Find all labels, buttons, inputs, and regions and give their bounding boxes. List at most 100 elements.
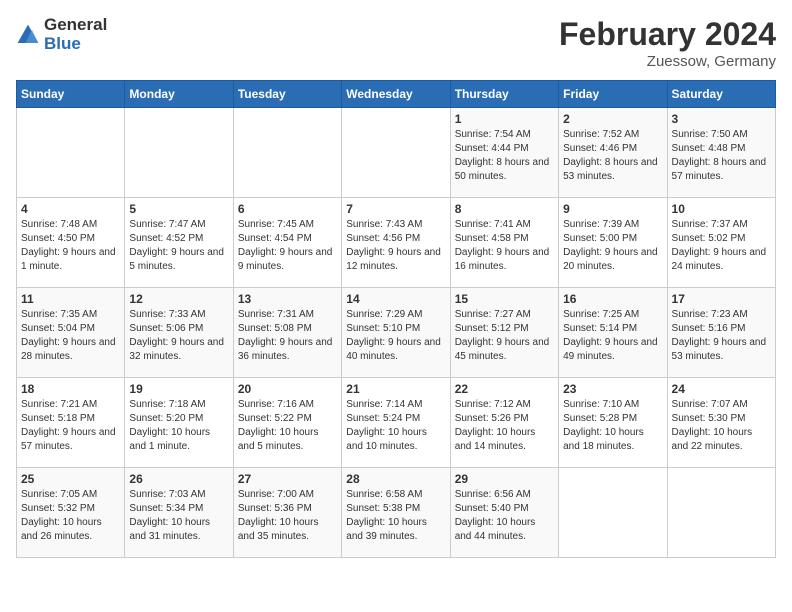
calendar-week-row: 11Sunrise: 7:35 AM Sunset: 5:04 PM Dayli… bbox=[17, 288, 776, 378]
weekday-header: Wednesday bbox=[342, 81, 450, 108]
day-number: 13 bbox=[238, 292, 337, 306]
day-number: 4 bbox=[21, 202, 120, 216]
day-info: Sunrise: 7:16 AM Sunset: 5:22 PM Dayligh… bbox=[238, 398, 337, 454]
calendar-week-row: 25 Sunrise: 7:05 AM Sunset: 5:32 PM Dayli… bbox=[17, 468, 776, 558]
calendar-cell: 28 Sunrise: 6:58 AM Sunset: 5:38 PM Dayli… bbox=[342, 468, 450, 558]
weekday-header: Tuesday bbox=[233, 81, 341, 108]
calendar-cell: 25 Sunrise: 7:05 AM Sunset: 5:32 PM Dayli… bbox=[17, 468, 125, 558]
day-info: Sunrise: 7:03 AM Sunset: 5:34 PM Dayligh… bbox=[129, 488, 228, 544]
calendar-cell: 29 Sunrise: 6:56 AM Sunset: 5:40 PM Dayli… bbox=[450, 468, 558, 558]
calendar-cell: 5 Sunrise: 7:47 AM Sunset: 4:52 PM Daylig… bbox=[125, 198, 233, 288]
day-info: Sunrise: 7:14 AM Sunset: 5:24 PM Dayligh… bbox=[346, 398, 445, 454]
calendar-week-row: 1Sunrise: 7:54 AM Sunset: 4:44 PM Daylig… bbox=[17, 108, 776, 198]
day-info: Sunrise: 7:47 AM Sunset: 4:52 PM Dayligh… bbox=[129, 218, 228, 274]
day-info: Sunrise: 7:39 AM Sunset: 5:00 PM Dayligh… bbox=[563, 218, 662, 274]
calendar-cell bbox=[233, 108, 341, 198]
day-number: 27 bbox=[238, 472, 337, 486]
calendar-cell bbox=[667, 468, 775, 558]
day-number: 29 bbox=[455, 472, 554, 486]
day-info: Sunrise: 7:23 AM Sunset: 5:16 PM Dayligh… bbox=[672, 308, 771, 364]
calendar-week-row: 18Sunrise: 7:21 AM Sunset: 5:18 PM Dayli… bbox=[17, 378, 776, 468]
calendar-cell: 24Sunrise: 7:07 AM Sunset: 5:30 PM Dayli… bbox=[667, 378, 775, 468]
calendar-cell: 20 Sunrise: 7:16 AM Sunset: 5:22 PM Dayli… bbox=[233, 378, 341, 468]
day-info: Sunrise: 7:10 AM Sunset: 5:28 PM Dayligh… bbox=[563, 398, 662, 454]
calendar-cell: 18Sunrise: 7:21 AM Sunset: 5:18 PM Dayli… bbox=[17, 378, 125, 468]
day-number: 9 bbox=[563, 202, 662, 216]
weekday-header: Saturday bbox=[667, 81, 775, 108]
day-number: 7 bbox=[346, 202, 445, 216]
day-info: Sunrise: 7:48 AM Sunset: 4:50 PM Dayligh… bbox=[21, 218, 120, 274]
day-number: 18 bbox=[21, 382, 120, 396]
day-number: 25 bbox=[21, 472, 120, 486]
weekday-header: Monday bbox=[125, 81, 233, 108]
calendar-cell: 6 Sunrise: 7:45 AM Sunset: 4:54 PM Daylig… bbox=[233, 198, 341, 288]
calendar-cell: 8Sunrise: 7:41 AM Sunset: 4:58 PM Daylig… bbox=[450, 198, 558, 288]
calendar-cell bbox=[125, 108, 233, 198]
calendar-cell: 3Sunrise: 7:50 AM Sunset: 4:48 PM Daylig… bbox=[667, 108, 775, 198]
calendar-cell: 19 Sunrise: 7:18 AM Sunset: 5:20 PM Dayli… bbox=[125, 378, 233, 468]
day-info: Sunrise: 6:56 AM Sunset: 5:40 PM Dayligh… bbox=[455, 488, 554, 544]
calendar-body: 1Sunrise: 7:54 AM Sunset: 4:44 PM Daylig… bbox=[17, 108, 776, 558]
calendar-cell: 9 Sunrise: 7:39 AM Sunset: 5:00 PM Daylig… bbox=[559, 198, 667, 288]
calendar-table: SundayMondayTuesdayWednesdayThursdayFrid… bbox=[16, 80, 776, 558]
day-info: Sunrise: 7:00 AM Sunset: 5:36 PM Dayligh… bbox=[238, 488, 337, 544]
day-number: 3 bbox=[672, 112, 771, 126]
calendar-cell: 17 Sunrise: 7:23 AM Sunset: 5:16 PM Dayli… bbox=[667, 288, 775, 378]
day-info: Sunrise: 7:29 AM Sunset: 5:10 PM Dayligh… bbox=[346, 308, 445, 364]
day-info: Sunrise: 6:58 AM Sunset: 5:38 PM Dayligh… bbox=[346, 488, 445, 544]
day-number: 16 bbox=[563, 292, 662, 306]
weekday-row: SundayMondayTuesdayWednesdayThursdayFrid… bbox=[17, 81, 776, 108]
logo-general: General bbox=[44, 16, 107, 35]
calendar-cell: 12 Sunrise: 7:33 AM Sunset: 5:06 PM Dayli… bbox=[125, 288, 233, 378]
day-number: 26 bbox=[129, 472, 228, 486]
calendar-cell: 13 Sunrise: 7:31 AM Sunset: 5:08 PM Dayli… bbox=[233, 288, 341, 378]
day-number: 5 bbox=[129, 202, 228, 216]
calendar-subtitle: Zuessow, Germany bbox=[559, 53, 776, 70]
weekday-header: Sunday bbox=[17, 81, 125, 108]
day-number: 6 bbox=[238, 202, 337, 216]
calendar-header: SundayMondayTuesdayWednesdayThursdayFrid… bbox=[17, 81, 776, 108]
day-number: 12 bbox=[129, 292, 228, 306]
day-info: Sunrise: 7:05 AM Sunset: 5:32 PM Dayligh… bbox=[21, 488, 120, 544]
day-info: Sunrise: 7:45 AM Sunset: 4:54 PM Dayligh… bbox=[238, 218, 337, 274]
day-number: 28 bbox=[346, 472, 445, 486]
day-number: 20 bbox=[238, 382, 337, 396]
calendar-cell: 2 Sunrise: 7:52 AM Sunset: 4:46 PM Daylig… bbox=[559, 108, 667, 198]
day-number: 2 bbox=[563, 112, 662, 126]
day-info: Sunrise: 7:27 AM Sunset: 5:12 PM Dayligh… bbox=[455, 308, 554, 364]
day-info: Sunrise: 7:43 AM Sunset: 4:56 PM Dayligh… bbox=[346, 218, 445, 274]
calendar-title: February 2024 bbox=[559, 16, 776, 53]
day-number: 10 bbox=[672, 202, 771, 216]
calendar-cell: 11Sunrise: 7:35 AM Sunset: 5:04 PM Dayli… bbox=[17, 288, 125, 378]
calendar-cell: 7 Sunrise: 7:43 AM Sunset: 4:56 PM Daylig… bbox=[342, 198, 450, 288]
day-number: 8 bbox=[455, 202, 554, 216]
calendar-cell: 15 Sunrise: 7:27 AM Sunset: 5:12 PM Dayli… bbox=[450, 288, 558, 378]
calendar-week-row: 4 Sunrise: 7:48 AM Sunset: 4:50 PM Daylig… bbox=[17, 198, 776, 288]
day-number: 19 bbox=[129, 382, 228, 396]
day-info: Sunrise: 7:31 AM Sunset: 5:08 PM Dayligh… bbox=[238, 308, 337, 364]
logo: General Blue bbox=[16, 16, 107, 53]
weekday-header: Friday bbox=[559, 81, 667, 108]
day-info: Sunrise: 7:37 AM Sunset: 5:02 PM Dayligh… bbox=[672, 218, 771, 274]
calendar-cell: 22Sunrise: 7:12 AM Sunset: 5:26 PM Dayli… bbox=[450, 378, 558, 468]
page-header: General Blue February 2024 Zuessow, Germ… bbox=[16, 16, 776, 70]
day-info: Sunrise: 7:35 AM Sunset: 5:04 PM Dayligh… bbox=[21, 308, 120, 364]
day-info: Sunrise: 7:18 AM Sunset: 5:20 PM Dayligh… bbox=[129, 398, 228, 454]
day-info: Sunrise: 7:52 AM Sunset: 4:46 PM Dayligh… bbox=[563, 128, 662, 184]
day-number: 17 bbox=[672, 292, 771, 306]
day-number: 15 bbox=[455, 292, 554, 306]
calendar-cell: 27 Sunrise: 7:00 AM Sunset: 5:36 PM Dayli… bbox=[233, 468, 341, 558]
weekday-header: Thursday bbox=[450, 81, 558, 108]
calendar-cell: 26 Sunrise: 7:03 AM Sunset: 5:34 PM Dayli… bbox=[125, 468, 233, 558]
calendar-cell bbox=[17, 108, 125, 198]
calendar-cell: 14Sunrise: 7:29 AM Sunset: 5:10 PM Dayli… bbox=[342, 288, 450, 378]
calendar-cell: 21Sunrise: 7:14 AM Sunset: 5:24 PM Dayli… bbox=[342, 378, 450, 468]
calendar-cell: 10 Sunrise: 7:37 AM Sunset: 5:02 PM Dayli… bbox=[667, 198, 775, 288]
day-number: 22 bbox=[455, 382, 554, 396]
calendar-cell: 16Sunrise: 7:25 AM Sunset: 5:14 PM Dayli… bbox=[559, 288, 667, 378]
calendar-cell bbox=[559, 468, 667, 558]
calendar-cell: 4 Sunrise: 7:48 AM Sunset: 4:50 PM Daylig… bbox=[17, 198, 125, 288]
day-info: Sunrise: 7:54 AM Sunset: 4:44 PM Dayligh… bbox=[455, 128, 554, 184]
logo-text: General Blue bbox=[44, 16, 107, 53]
day-info: Sunrise: 7:33 AM Sunset: 5:06 PM Dayligh… bbox=[129, 308, 228, 364]
